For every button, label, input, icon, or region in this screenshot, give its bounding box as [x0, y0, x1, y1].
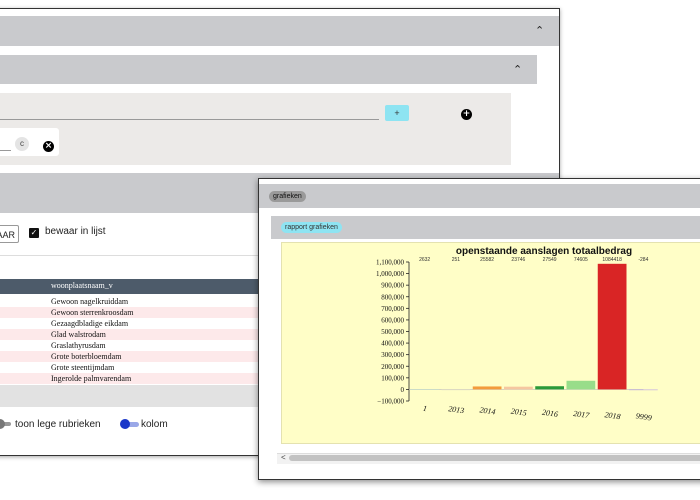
- x-tick-label: 9999: [635, 411, 652, 422]
- filter-input-underline[interactable]: [0, 119, 379, 120]
- table-cell: Gezaagdbladige eikdam: [51, 319, 129, 328]
- bar: [472, 386, 502, 390]
- bar: [566, 380, 596, 390]
- y-tick-label: 1,000,000: [376, 270, 405, 278]
- y-tick-label: 0: [401, 386, 405, 394]
- column-toggle[interactable]: [120, 419, 130, 429]
- y-tick-label: 300,000: [381, 351, 404, 359]
- collapsible-header-2[interactable]: ⌃: [0, 55, 537, 84]
- add-circle-icon[interactable]: +: [461, 109, 472, 120]
- data-label: 27549: [543, 257, 557, 263]
- bar: [441, 389, 471, 391]
- bar: [535, 386, 564, 390]
- column-toggle-label: kolom: [141, 419, 168, 430]
- scrollbar-thumb[interactable]: [289, 455, 700, 461]
- save-in-list-label: bewaar in lijst: [45, 226, 106, 237]
- x-tick-label: 1: [422, 404, 427, 413]
- chevron-up-icon[interactable]: ⌃: [535, 24, 544, 37]
- x-tick-label: 2018: [604, 410, 621, 421]
- table-cell: Glad walstrodam: [51, 330, 106, 339]
- table-cell: Gewoon nagelkruiddam: [51, 297, 129, 306]
- y-tick-label: 600,000: [381, 316, 404, 324]
- bar-chart: openstaande aanslagen totaalbedrag −100,0…: [376, 246, 658, 422]
- y-tick-label: 100,000: [381, 374, 404, 382]
- empty-fields-toggle-label: toon lege rubrieken: [15, 419, 101, 430]
- table-cell: Grote boterbloemdam: [51, 352, 122, 361]
- bar: [597, 263, 627, 390]
- y-tick-label: 1,100,000: [376, 259, 405, 267]
- x-tick-label: 2017: [573, 409, 591, 420]
- add-filter-button[interactable]: +: [385, 105, 409, 121]
- table-cell: Gewoon sterrenkroosdam: [51, 308, 134, 317]
- data-label: 2632: [419, 257, 430, 263]
- data-label: 1084418: [602, 257, 622, 263]
- data-label: 23746: [511, 257, 525, 263]
- table-cell: Ingerolde palmvarendam: [51, 374, 132, 383]
- column-header-woonplaatsnaam[interactable]: woonplaatsnaam_v: [51, 281, 113, 290]
- y-tick-label: 800,000: [381, 293, 404, 301]
- charts-window: grafieken rapport grafieken openstaande …: [258, 178, 700, 480]
- bar: [629, 389, 658, 391]
- data-label: 74605: [574, 257, 588, 263]
- bar: [410, 389, 439, 390]
- scroll-left-icon[interactable]: <: [281, 453, 286, 462]
- table-cell: Graslathyrusdam: [51, 341, 106, 350]
- chart-title: openstaande aanslagen totaalbedrag: [456, 246, 632, 257]
- y-tick-label: 200,000: [381, 363, 404, 371]
- data-label: -284: [638, 257, 648, 263]
- chip-toggle-icon[interactable]: c: [15, 137, 29, 151]
- data-label: 25582: [480, 257, 494, 263]
- collapsible-header-1[interactable]: ⌃: [0, 16, 559, 46]
- y-tick-label: 500,000: [381, 328, 404, 336]
- x-tick-label: 2014: [479, 405, 496, 416]
- y-tick-label: 900,000: [381, 282, 404, 290]
- y-tick-label: 700,000: [381, 305, 404, 313]
- chip-input-underline[interactable]: [0, 150, 11, 151]
- empty-fields-toggle[interactable]: [0, 419, 5, 429]
- x-tick-label: 2013: [448, 404, 465, 415]
- table-cell: Grote steentijmdam: [51, 363, 115, 372]
- remove-filter-icon[interactable]: ×: [43, 141, 54, 152]
- filter-panel: [0, 93, 511, 165]
- save-button[interactable]: AAR: [0, 225, 19, 243]
- bar: [504, 386, 533, 390]
- x-tick-label: 2015: [510, 407, 527, 418]
- chevron-up-icon[interactable]: ⌃: [513, 63, 522, 76]
- save-in-list-checkbox[interactable]: ✓: [29, 228, 39, 238]
- data-label: 251: [452, 257, 461, 263]
- y-tick-label: 400,000: [381, 340, 404, 348]
- y-tick-label: −100,000: [377, 398, 404, 406]
- x-tick-label: 2016: [541, 408, 558, 419]
